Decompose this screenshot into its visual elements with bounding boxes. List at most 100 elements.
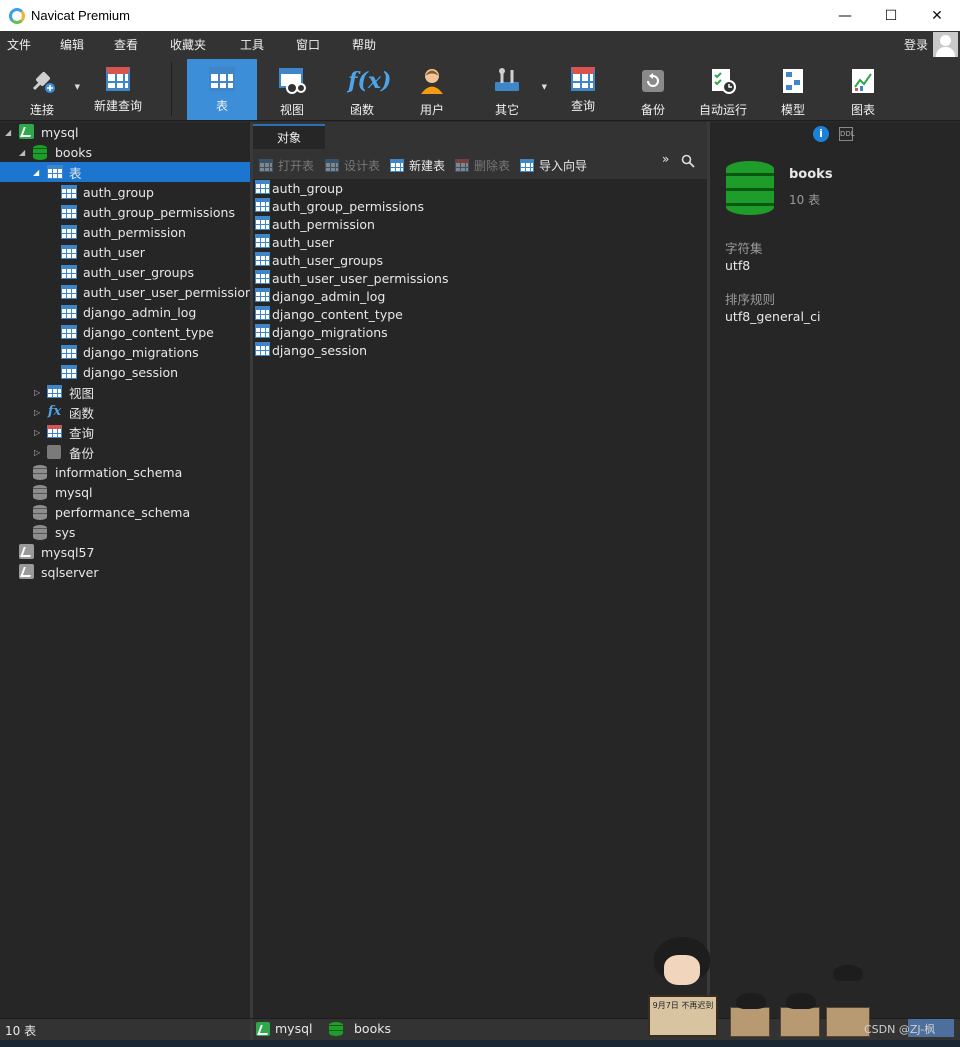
tree-db-item[interactable]: sys: [0, 522, 250, 542]
tree-conn-sqlserver[interactable]: sqlserver: [0, 562, 250, 582]
expand-icon[interactable]: ◢: [19, 148, 25, 157]
charset-value: utf8: [725, 258, 751, 273]
database-icon: [33, 145, 47, 160]
close-button[interactable]: ✕: [914, 0, 960, 31]
tree-label: 视图: [69, 385, 95, 401]
charset-label: 字符集: [725, 241, 763, 256]
connect-button[interactable]: 连接 ▼: [14, 59, 80, 120]
list-item[interactable]: auth_user_user_permissions: [253, 269, 707, 287]
tree-label: django_migrations: [83, 344, 199, 360]
autorun-button[interactable]: 自动运行: [695, 59, 751, 120]
tree-table-item[interactable]: auth_group: [0, 182, 250, 202]
title-bar: Navicat Premium — ☐ ✕: [0, 0, 960, 31]
tree-db-item[interactable]: information_schema: [0, 462, 250, 482]
new-query-button[interactable]: 新建查询: [90, 59, 146, 120]
tree-db-books[interactable]: ◢ books: [0, 142, 250, 162]
view-button[interactable]: 视图: [264, 59, 320, 120]
table-icon: [255, 198, 270, 212]
menu-favorites[interactable]: 收藏夹: [163, 36, 215, 53]
table-icon: [61, 265, 77, 279]
ddl-icon[interactable]: DDL: [839, 127, 855, 141]
objects-toolbar: 打开表 设计表 新建表 删除表 导入向导 »: [253, 149, 707, 179]
expand-icon[interactable]: ◢: [33, 168, 39, 177]
menu-edit[interactable]: 编辑: [53, 36, 89, 53]
chevron-right-icon[interactable]: ▷: [34, 388, 40, 397]
list-item[interactable]: auth_group_permissions: [253, 197, 707, 215]
info-panel-header: i DDL: [710, 122, 960, 149]
objects-panel: 对象 打开表 设计表 新建表 删除表 导入向导 » auth_group aut…: [253, 122, 707, 1018]
tree-db-item[interactable]: performance_schema: [0, 502, 250, 522]
list-item-label: django_content_type: [272, 306, 403, 322]
tree-table-item[interactable]: django_admin_log: [0, 302, 250, 322]
tree-node-queries[interactable]: ▷ 查询: [0, 422, 250, 442]
user-button[interactable]: 用户: [404, 59, 460, 120]
tree-conn-mysql57[interactable]: mysql57: [0, 542, 250, 562]
tree-table-item[interactable]: django_migrations: [0, 342, 250, 362]
tree-table-item[interactable]: auth_group_permissions: [0, 202, 250, 222]
tree-table-item[interactable]: auth_user_user_permissions: [0, 282, 259, 302]
list-item[interactable]: django_admin_log: [253, 287, 707, 305]
list-item[interactable]: auth_permission: [253, 215, 707, 233]
list-item[interactable]: django_content_type: [253, 305, 707, 323]
tree-node-tables[interactable]: ◢ 表: [0, 162, 250, 182]
list-item[interactable]: auth_group: [253, 179, 707, 197]
menu-view[interactable]: 查看: [107, 36, 145, 53]
menu-file[interactable]: 文件: [0, 36, 35, 53]
list-item[interactable]: django_migrations: [253, 323, 707, 341]
more-button[interactable]: »: [662, 152, 669, 166]
tree-table-item[interactable]: auth_user: [0, 242, 250, 262]
minimize-button[interactable]: —: [822, 0, 868, 31]
sticker-box: [780, 1007, 820, 1037]
tree-table-item[interactable]: auth_permission: [0, 222, 250, 242]
avatar[interactable]: [933, 32, 958, 57]
backup-button[interactable]: 备份: [625, 59, 681, 120]
chevron-down-icon[interactable]: ▼: [75, 83, 80, 91]
delete-table-button[interactable]: 删除表: [455, 157, 510, 174]
sticker-image: 9月7日 不再迟到: [640, 935, 880, 1038]
chevron-right-icon[interactable]: ▷: [34, 428, 40, 437]
model-button[interactable]: 模型: [765, 59, 821, 120]
function-button[interactable]: f(x) 函数: [334, 59, 391, 120]
open-table-button[interactable]: 打开表: [259, 157, 314, 174]
tree-label: information_schema: [55, 464, 183, 480]
list-item[interactable]: django_session: [253, 341, 707, 359]
sqlserver-connection-icon: [19, 564, 34, 579]
tree-node-backups[interactable]: ▷ 备份: [0, 442, 250, 462]
model-icon: [779, 67, 807, 95]
menu-tools[interactable]: 工具: [233, 36, 271, 53]
tree-node-views[interactable]: ▷ 视图: [0, 382, 250, 402]
tab-objects[interactable]: 对象: [253, 124, 325, 149]
import-wizard-button[interactable]: 导入向导: [520, 157, 587, 174]
tree-db-item[interactable]: mysql: [0, 482, 250, 502]
chevron-right-icon[interactable]: ▷: [34, 408, 40, 417]
menu-window[interactable]: 窗口: [289, 36, 327, 53]
other-button[interactable]: 其它 ▼: [479, 59, 547, 120]
tree-table-item[interactable]: django_content_type: [0, 322, 250, 342]
model-label: 模型: [780, 103, 805, 117]
design-table-button[interactable]: 设计表: [325, 157, 380, 174]
search-icon[interactable]: [681, 154, 695, 168]
view-icon: [278, 67, 306, 95]
tree-conn-mysql[interactable]: ◢ mysql: [0, 122, 250, 142]
status-divider: [250, 1019, 253, 1041]
list-item-label: auth_group_permissions: [272, 198, 424, 214]
list-item[interactable]: auth_user_groups: [253, 251, 707, 269]
tree-node-functions[interactable]: ▷ fx 函数: [0, 402, 250, 422]
table-button[interactable]: 表: [187, 59, 257, 120]
info-icon[interactable]: i: [813, 126, 829, 142]
chart-button[interactable]: 图表: [835, 59, 891, 120]
chevron-right-icon[interactable]: ▷: [34, 448, 40, 457]
maximize-button[interactable]: ☐: [868, 0, 914, 31]
tree-label: auth_group: [83, 184, 154, 200]
query-label: 查询: [570, 99, 595, 113]
tree-table-item[interactable]: auth_user_groups: [0, 262, 250, 282]
list-item[interactable]: auth_user: [253, 233, 707, 251]
login-link[interactable]: 登录: [904, 36, 928, 53]
chevron-down-icon[interactable]: ▼: [542, 83, 547, 91]
new-table-button[interactable]: 新建表: [390, 157, 445, 174]
backup-icon: [47, 445, 61, 459]
query-button[interactable]: 查询: [555, 59, 611, 120]
menu-help[interactable]: 帮助: [345, 36, 376, 53]
expand-icon[interactable]: ◢: [5, 128, 11, 137]
tree-table-item[interactable]: django_session: [0, 362, 250, 382]
